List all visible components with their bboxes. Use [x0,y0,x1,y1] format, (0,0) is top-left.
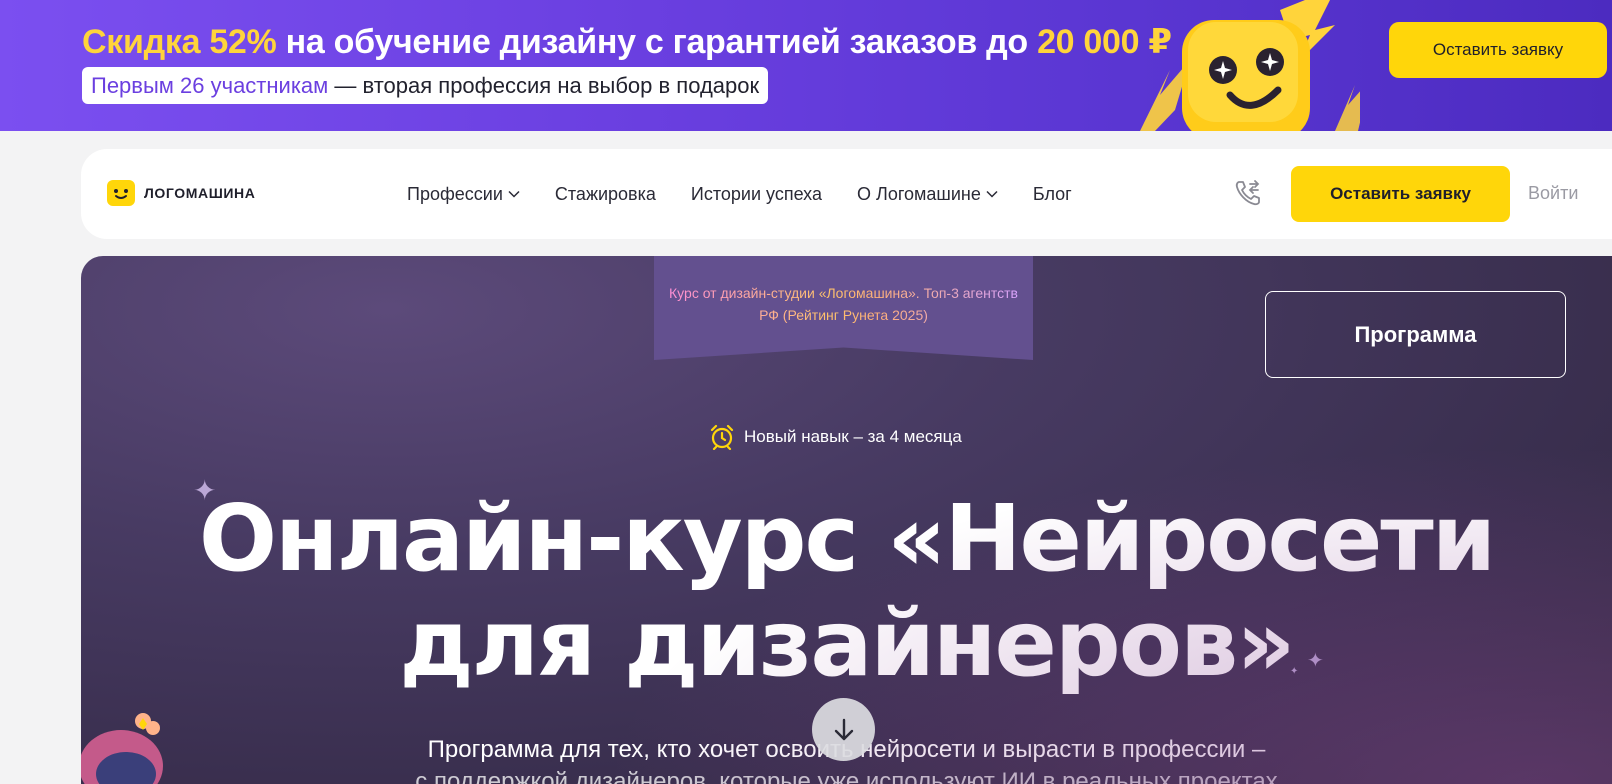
menu-item-success-stories[interactable]: Истории успеха [691,184,822,205]
menu-item-label: Профессии [407,183,503,204]
main-menu: Профессии Стажировка Истории успеха О Ло… [407,149,1107,239]
ribbon-text: Курс от дизайн-студии «Логомашина». Топ-… [669,282,1019,360]
hero-headline: Онлайн-курс «Нейросети для дизайнеров» [81,486,1612,696]
studio-ribbon: Курс от дизайн-студии «Логомашина». Топ-… [654,256,1033,360]
promo-sub-highlight: Первым 26 участникам [91,73,329,98]
headline-line-1: Онлайн-курс «Нейросети [198,485,1496,592]
mascot-illustration [81,713,163,784]
header-nav: ЛОГОМАШИНА Профессии Стажировка Истории … [81,149,1612,239]
program-button[interactable]: Программа [1265,291,1566,378]
logo-text: ЛОГОМАШИНА [144,185,256,201]
promo-banner: Скидка 52% на обучение дизайну с гаранти… [0,0,1612,131]
menu-item-internship[interactable]: Стажировка [555,184,656,205]
promo-title-text: на обучение дизайну с гарантией заказов … [276,23,1038,61]
hero-section: Курс от дизайн-студии «Логомашина». Топ-… [81,256,1612,784]
promo-title: Скидка 52% на обучение дизайну с гаранти… [82,22,1172,62]
chevron-down-icon [508,190,520,198]
menu-item-professions[interactable]: Профессии [407,184,520,205]
promo-apply-button[interactable]: Оставить заявку [1389,22,1607,78]
menu-item-label: О Логомашине [857,183,981,204]
duration-badge: Новый навык – за 4 месяца [709,424,962,450]
phone-callback-icon[interactable] [1231,176,1265,210]
promo-discount: Скидка 52% [82,23,277,61]
menu-item-blog[interactable]: Блог [1033,184,1072,205]
chevron-down-icon [986,190,998,198]
alarm-clock-icon [710,424,734,450]
menu-item-label: Истории успеха [690,183,822,204]
scroll-down-button[interactable] [812,698,875,761]
menu-item-label: Блог [1032,183,1072,204]
mascot-illustration [1140,0,1360,131]
menu-item-about[interactable]: О Логомашине [857,184,998,205]
headline-line-2: для дизайнеров» [399,590,1295,697]
arrow-down-icon [834,718,853,740]
menu-item-label: Стажировка [554,183,656,204]
subtitle-line-2: с поддержкой дизайнеров, которые уже исп… [415,768,1278,784]
promo-subtitle: Первым 26 участникам — вторая профессия … [82,67,769,104]
logo[interactable]: ЛОГОМАШИНА [107,180,255,206]
promo-sub-text: — вторая профессия на выбор в подарок [328,73,760,98]
login-link[interactable]: Войти [1528,183,1578,204]
logo-icon [107,180,135,206]
header-apply-button[interactable]: Оставить заявку [1291,166,1510,222]
duration-text: Новый навык – за 4 месяца [744,427,962,446]
